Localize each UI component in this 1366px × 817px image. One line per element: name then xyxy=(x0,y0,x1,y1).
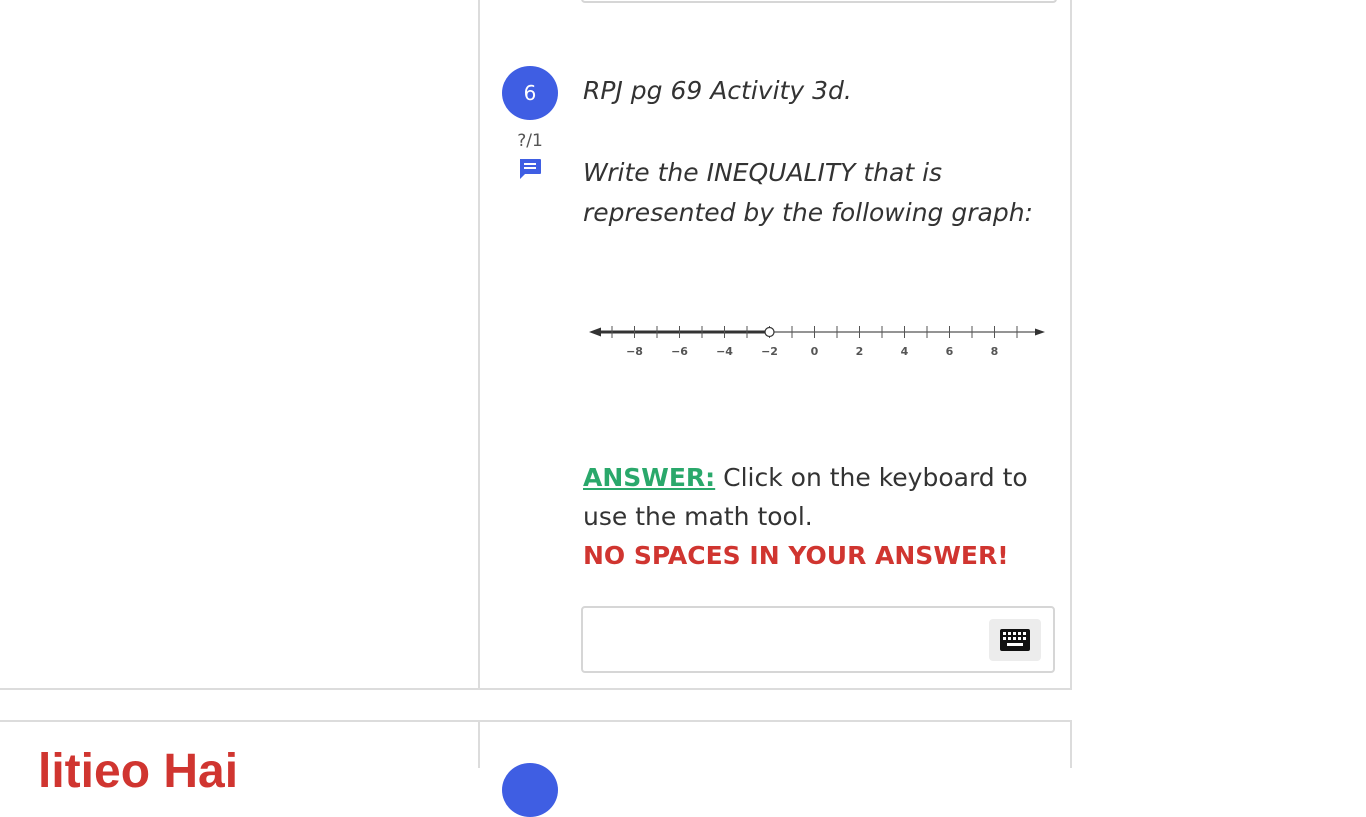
question-points: ?/1 xyxy=(517,131,543,151)
number-line-tick-label: −6 xyxy=(671,345,688,358)
number-line-tick-label: −2 xyxy=(761,345,778,358)
right-column-divider xyxy=(1070,0,1072,690)
number-line-tick-label: 0 xyxy=(811,345,819,358)
question-title: RPJ pg 69 Activity 3d. xyxy=(583,76,852,105)
next-section-heading: litieo Hai xyxy=(38,745,239,798)
no-spaces-warning: NO SPACES IN YOUR ANSWER! xyxy=(583,541,1009,570)
question-number-badge: 6 xyxy=(502,66,558,120)
keyboard-icon xyxy=(1000,629,1030,651)
next-section-right-divider xyxy=(1070,720,1072,768)
number-line-tick-label: 4 xyxy=(901,345,909,358)
math-keyboard-button[interactable] xyxy=(989,619,1041,661)
answer-label: ANSWER: xyxy=(583,463,716,492)
section-bottom-divider xyxy=(0,688,1072,690)
number-line-tick-label: 6 xyxy=(946,345,954,358)
next-section-column-divider xyxy=(478,720,480,768)
next-question-number-badge xyxy=(502,763,558,817)
left-column-divider xyxy=(478,0,480,690)
previous-answer-input[interactable] xyxy=(581,0,1057,3)
number-line-tick-label: 2 xyxy=(856,345,864,358)
comment-icon[interactable] xyxy=(518,158,542,180)
answer-instructions: ANSWER: Click on the keyboard to use the… xyxy=(583,458,1053,575)
next-section-top-divider xyxy=(0,720,1072,722)
number-line-open-circle xyxy=(764,326,775,338)
number-line-graph: −8 −6 −4 −2 0 2 4 6 8 xyxy=(589,326,1045,358)
answer-input[interactable] xyxy=(581,606,1055,673)
number-line-tick-label: 8 xyxy=(991,345,999,358)
question-prompt: Write the INEQUALITY that is represented… xyxy=(583,158,1033,227)
number-line-right-arrow xyxy=(1035,328,1045,336)
number-line-tick-label: −8 xyxy=(626,345,643,358)
number-line-tick-label: −4 xyxy=(716,345,733,358)
